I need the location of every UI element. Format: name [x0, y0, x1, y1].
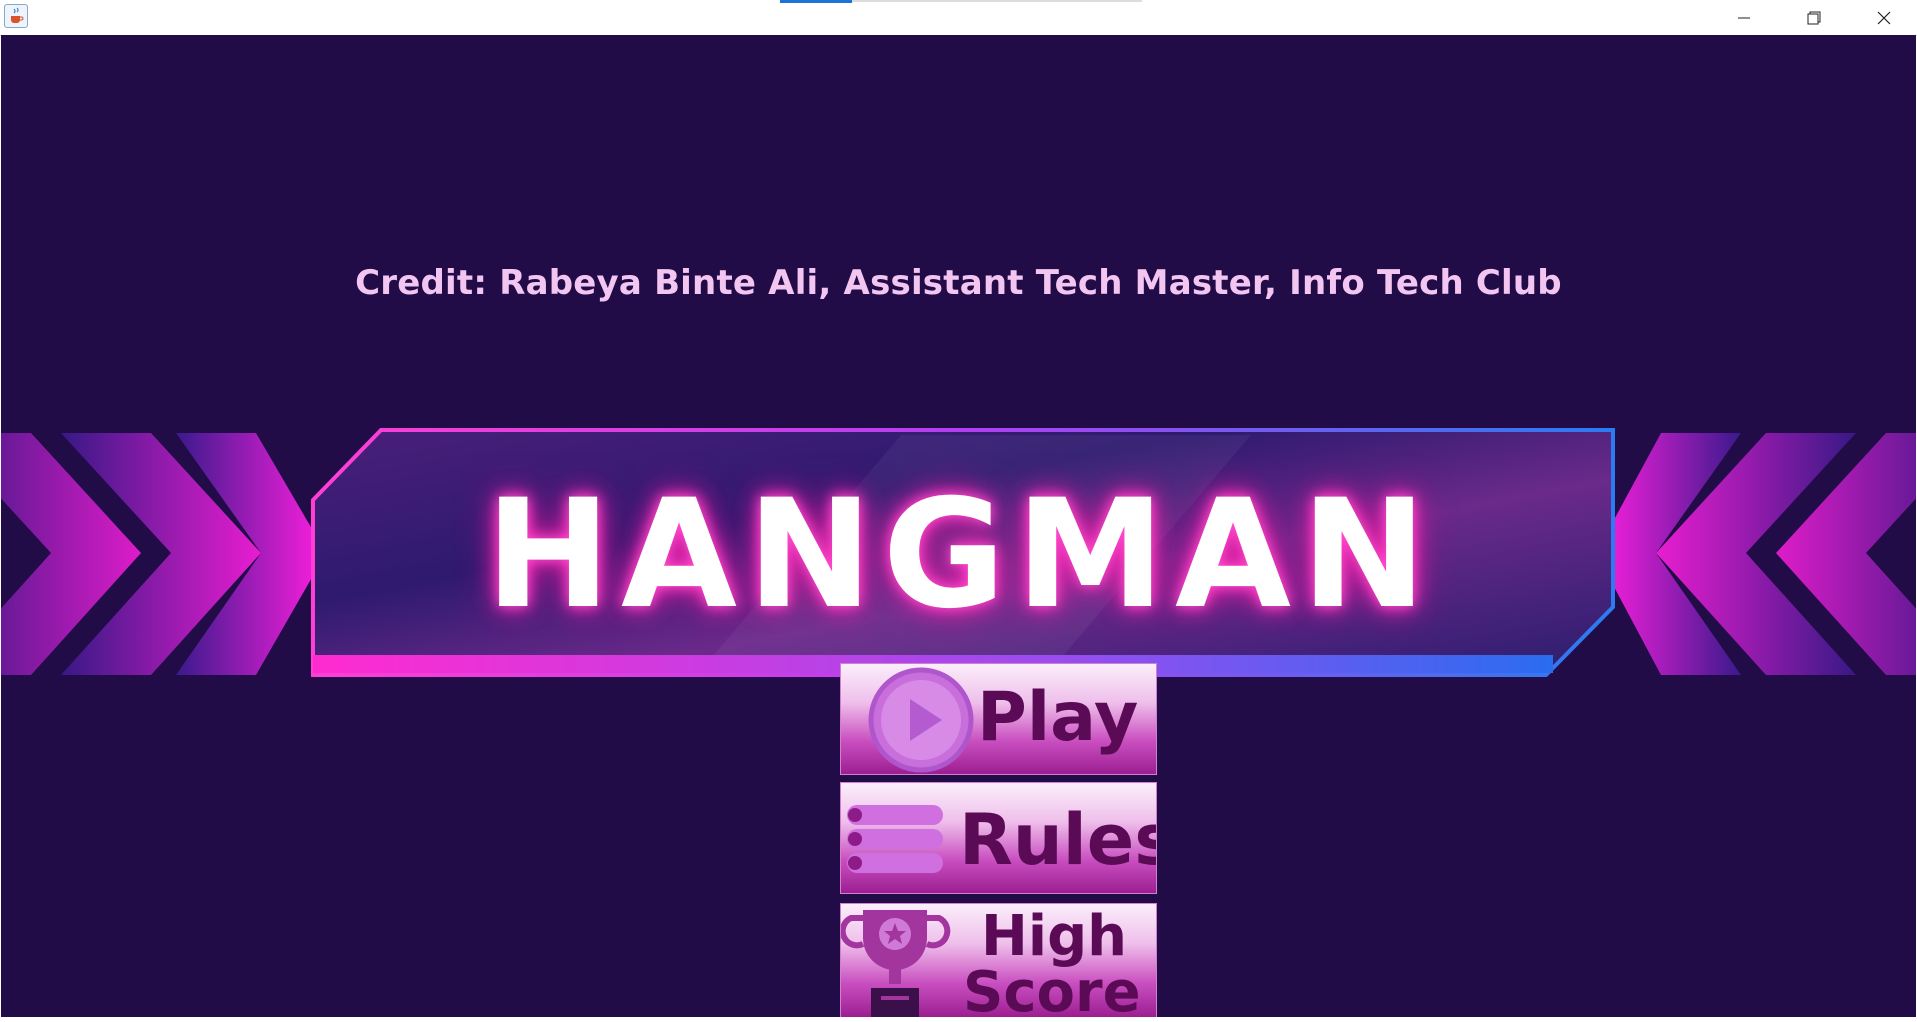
window-titlebar	[0, 0, 1917, 36]
hangman-logo-title: HANGMAN	[485, 468, 1437, 642]
java-cup-icon	[11, 7, 24, 23]
right-chevrons	[1596, 433, 1916, 675]
rules-label: Rules	[959, 799, 1157, 881]
game-main-menu: Credit: Rabeya Binte Ali, Assistant Tech…	[1, 35, 1916, 1017]
title-indicator-active	[780, 0, 852, 3]
minimize-icon	[1738, 17, 1750, 18]
high-score-label-line2: Score	[963, 960, 1141, 1017]
close-icon	[1877, 11, 1891, 24]
trophy-icon	[841, 910, 951, 1017]
credit-text: Credit: Rabeya Binte Ali, Assistant Tech…	[355, 263, 1562, 303]
list-icon	[847, 805, 943, 873]
left-chevrons	[1, 433, 326, 675]
high-score-button[interactable]: High Score	[840, 903, 1157, 1017]
minimize-button[interactable]	[1709, 0, 1779, 35]
window-bottom-edge	[0, 1017, 1917, 1022]
title-indicator	[852, 0, 1142, 2]
rules-button[interactable]: Rules	[840, 782, 1157, 894]
play-button[interactable]: Play	[840, 663, 1157, 775]
close-button[interactable]	[1849, 0, 1917, 35]
restore-button[interactable]	[1779, 0, 1849, 35]
play-label: Play	[977, 678, 1139, 757]
play-circle-icon	[868, 667, 974, 773]
restore-icon	[1807, 11, 1821, 24]
java-app-icon[interactable]	[4, 4, 28, 28]
